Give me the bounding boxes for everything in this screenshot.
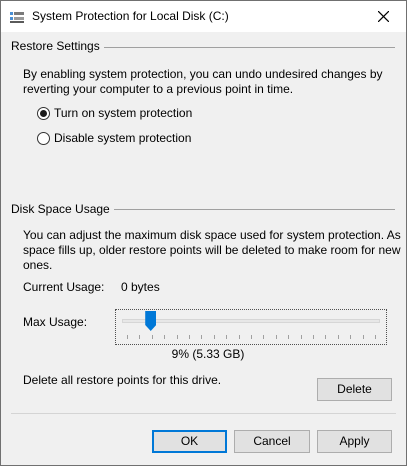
disk-description-line-3: ones. (23, 258, 53, 272)
radio-button-checked[interactable] (37, 106, 50, 120)
system-protection-icon (9, 10, 25, 24)
slider-tick (301, 335, 302, 339)
restore-settings-description: By enabling system protection, you can u… (23, 67, 383, 97)
slider-tick (239, 335, 240, 339)
slider-tick (226, 335, 227, 339)
radio-label-disable: Disable system protection (54, 131, 192, 145)
slider-tick (189, 335, 190, 339)
restore-description-line-1: By enabling system protection, you can u… (23, 67, 383, 81)
slider-tick (201, 335, 202, 339)
slider-tick (127, 335, 128, 339)
slider-tick (177, 335, 178, 339)
slider-tick (325, 335, 326, 339)
radio-disable-protection[interactable]: Disable system protection (37, 131, 191, 145)
window-title: System Protection for Local Disk (C:) (32, 9, 229, 23)
slider-tick (338, 335, 339, 339)
radio-button-unchecked[interactable] (37, 131, 50, 145)
ok-button-label: OK (180, 434, 199, 448)
slider-tick (276, 335, 277, 339)
cancel-button-label: Cancel (253, 434, 291, 448)
apply-button[interactable]: Apply (317, 430, 392, 453)
restore-settings-title: Restore Settings (11, 39, 104, 53)
radio-label-turn-on: Turn on system protection (54, 106, 193, 120)
close-icon (377, 11, 389, 22)
delete-button[interactable]: Delete (317, 378, 392, 401)
apply-button-label: Apply (339, 434, 370, 448)
slider-tick (164, 335, 165, 339)
slider-tick (363, 335, 364, 339)
slider-tick (375, 335, 376, 339)
disk-description-line-1: You can adjust the maximum disk space us… (23, 228, 401, 242)
max-usage-value: 9% (5.33 GB) (171, 347, 245, 361)
slider-thumb[interactable] (145, 311, 157, 331)
current-usage-value: 0 bytes (121, 280, 160, 294)
slider-tick (139, 335, 140, 339)
slider-tick (251, 335, 252, 339)
title-bar[interactable]: System Protection for Local Disk (C:) (1, 1, 406, 32)
disk-space-title: Disk Space Usage (11, 202, 114, 216)
radio-turn-on-protection[interactable]: Turn on system protection (37, 106, 192, 120)
slider-tick (152, 335, 153, 339)
dialog-window: System Protection for Local Disk (C:) Re… (0, 0, 407, 466)
disk-description-line-2: space fills up, older restore points wil… (23, 243, 401, 257)
slider-track[interactable] (122, 319, 380, 323)
current-usage-label: Current Usage: (23, 280, 105, 294)
disk-space-description: You can adjust the maximum disk space us… (23, 228, 401, 273)
restore-description-line-2: reverting your computer to a previous po… (23, 82, 294, 96)
delete-restore-points-text: Delete all restore points for this drive… (23, 373, 222, 387)
max-usage-label: Max Usage: (23, 315, 88, 329)
slider-tick (214, 335, 215, 339)
close-button[interactable] (360, 1, 406, 32)
slider-tick (288, 335, 289, 339)
slider-tick (313, 335, 314, 339)
max-usage-slider[interactable] (115, 309, 387, 345)
cancel-button[interactable]: Cancel (234, 430, 310, 453)
delete-button-label: Delete (337, 382, 372, 396)
slider-tick (263, 335, 264, 339)
slider-tick (350, 335, 351, 339)
ok-button[interactable]: OK (152, 430, 227, 453)
footer-separator (11, 413, 396, 414)
